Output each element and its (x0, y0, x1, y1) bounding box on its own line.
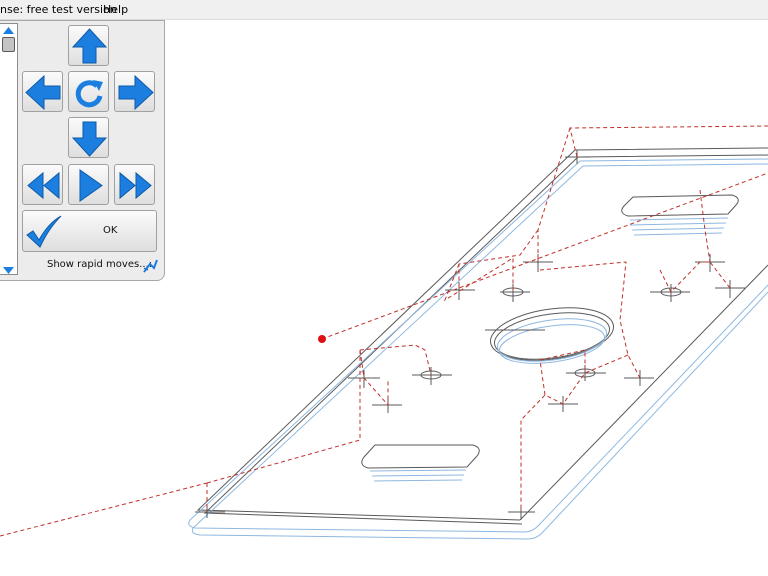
plate-outline-blue (188, 158, 768, 540)
arrow-up-icon (71, 28, 108, 64)
arrow-right-icon (118, 74, 154, 111)
rotate-icon (75, 80, 103, 108)
arrow-left-icon (25, 74, 61, 111)
scroll-down-icon[interactable] (2, 266, 15, 275)
ok-label: OK (103, 225, 118, 236)
circular-pocket (490, 307, 614, 364)
fast-forward-button[interactable] (114, 164, 155, 205)
menu-help[interactable]: Help (103, 3, 128, 16)
move-left-button[interactable] (22, 71, 63, 112)
fast-forward-icon (119, 171, 152, 200)
rotate-button[interactable] (68, 71, 109, 112)
move-right-button[interactable] (114, 71, 155, 112)
simulation-control-panel: OK Show rapid moves...: (0, 20, 165, 281)
play-icon (79, 169, 103, 202)
ok-button[interactable]: OK (22, 210, 157, 252)
plate-outline (196, 147, 768, 525)
move-up-button[interactable] (68, 25, 109, 66)
move-down-button[interactable] (68, 117, 109, 158)
slot-bottom-left (361, 444, 480, 482)
scrollbar-thumb[interactable] (2, 37, 15, 52)
show-rapid-moves-label: Show rapid moves...: (47, 259, 153, 270)
tool-position-marker (318, 335, 326, 343)
play-button[interactable] (68, 164, 109, 205)
slot-top-right (621, 194, 739, 236)
menu-bar: nse: free test version Help (0, 0, 768, 20)
rewind-button[interactable] (22, 164, 63, 205)
rewind-icon (27, 171, 60, 200)
scroll-up-icon[interactable] (2, 26, 15, 36)
menu-license[interactable]: nse: free test version (0, 3, 117, 16)
checkmark-icon (26, 215, 62, 248)
toolpath-icon[interactable] (142, 258, 158, 274)
arrow-down-icon (71, 121, 108, 157)
drill-points (195, 150, 745, 520)
operation-list[interactable] (0, 23, 18, 275)
